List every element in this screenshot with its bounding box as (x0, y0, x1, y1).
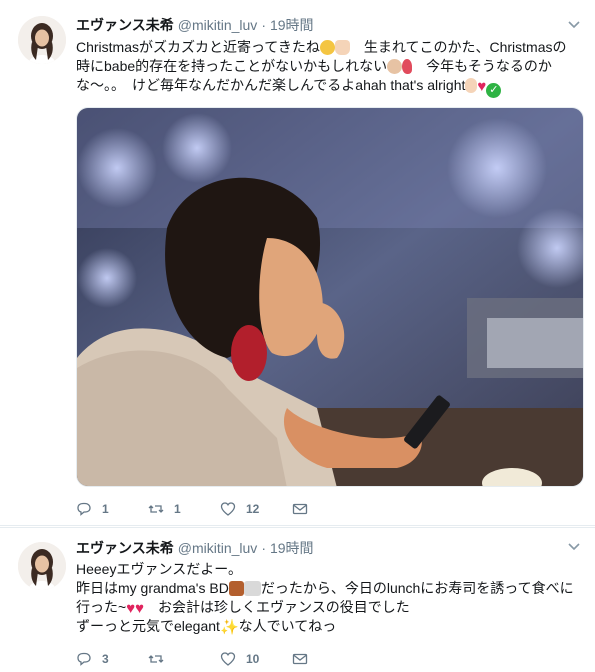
birthday-cake-icon (228, 581, 244, 596)
avatar[interactable] (18, 542, 66, 590)
tweet-line: Heeeyエヴァンスだよー。 (76, 560, 584, 579)
red-heart-icon: ♥ (477, 78, 487, 95)
rose-icon (402, 59, 413, 74)
text-segment: ずーっと元気でelegant (76, 618, 220, 634)
retweet-count: 1 (174, 502, 181, 516)
retweet-icon (148, 505, 164, 513)
tweet-header: エヴァンス未希 @mikitin_luv · 19時間 (76, 539, 314, 557)
text-segment: な〜。。 けど毎年なんだかんだ楽しんでるよahah that's alright (76, 77, 466, 93)
text-segment: お会計は珍しくエヴァンスの役目でした (144, 599, 410, 615)
tweet-line: な〜。。 けど毎年なんだかんだ楽しんでるよahah that's alright… (76, 76, 584, 98)
separator: · (261, 17, 266, 33)
tweet-actions: 3 10 (76, 649, 308, 669)
text-segment: 行った~ (76, 599, 127, 615)
ok-hand-icon (465, 78, 478, 93)
tweet-line: 時にbabe的存在を持ったことがないかもしれない 今年もそうなるのか (76, 57, 584, 76)
text-segment: だったから、今日のlunchにお寿司を誘って食べに (260, 580, 574, 596)
timestamp[interactable]: 19時間 (270, 15, 314, 35)
pensive-face-icon (319, 40, 335, 55)
tweet-text: Christmasがズカズカと近寄ってきたね 生まれてこのかた、Christma… (76, 38, 584, 98)
text-segment: 昨日はmy grandma's BD (76, 580, 229, 596)
tweet[interactable]: エヴァンス未希 @mikitin_luv · 19時間 Heeeyエヴァンスだよ… (0, 527, 595, 672)
tweet-line: 行った~♥♥ お会計は珍しくエヴァンスの役目でした (76, 598, 584, 617)
reply-count: 3 (102, 652, 109, 666)
red-heart-icon: ♥ (126, 600, 136, 617)
envelope-icon (292, 653, 308, 665)
text-segment: な人でいてねっ (238, 618, 337, 634)
avatar[interactable] (18, 16, 66, 64)
chevron-down-icon[interactable] (567, 18, 581, 32)
tweet-actions: 1 1 12 (76, 499, 308, 519)
like-count: 10 (246, 652, 260, 666)
tweet[interactable]: エヴァンス未希 @mikitin_luv · 19時間 Christmasがズカ… (0, 0, 595, 526)
tweet-header: エヴァンス未希 @mikitin_luv · 19時間 (76, 16, 314, 34)
tweet-text: Heeeyエヴァンスだよー。 昨日はmy grandma's BD だったから、今… (76, 560, 584, 636)
red-heart-icon: ♥ (135, 600, 144, 617)
display-name[interactable]: エヴァンス未希 (76, 538, 174, 558)
user-handle[interactable]: @mikitin_luv (178, 17, 258, 33)
reply-count: 1 (102, 502, 109, 516)
heart-icon (220, 652, 236, 666)
raised-hand-icon (334, 40, 350, 55)
tweet-line: 昨日はmy grandma's BD だったから、今日のlunchにお寿司を誘って… (76, 579, 584, 598)
reply-button[interactable]: 1 (76, 501, 148, 517)
retweet-button[interactable] (148, 651, 220, 667)
check-mark-icon: ✓ (486, 83, 502, 98)
heart-icon (220, 502, 236, 516)
envelope-icon (292, 503, 308, 515)
reply-icon (77, 502, 91, 516)
girl-facepalm-icon (387, 59, 403, 74)
tweet-photo[interactable] (76, 107, 584, 487)
text-segment: 生まれてこのかた、Christmasの (349, 39, 567, 55)
retweet-icon (148, 655, 164, 663)
like-button[interactable]: 12 (220, 501, 292, 517)
separator: · (261, 540, 266, 556)
timestamp[interactable]: 19時間 (270, 538, 314, 558)
user-handle[interactable]: @mikitin_luv (178, 540, 258, 556)
tweet-line: Christmasがズカズカと近寄ってきたね 生まれてこのかた、Christma… (76, 38, 584, 57)
chevron-down-icon[interactable] (567, 540, 581, 554)
reply-button[interactable]: 3 (76, 651, 148, 667)
reply-icon (77, 652, 91, 666)
text-segment: Christmasがズカズカと近寄ってきたね (76, 39, 320, 55)
like-count: 12 (246, 502, 260, 516)
direct-message-button[interactable] (292, 651, 308, 667)
text-segment: Heeeyエヴァンスだよー。 (76, 561, 243, 577)
text-segment: 時にbabe的存在を持ったことがないかもしれない (76, 58, 388, 74)
display-name[interactable]: エヴァンス未希 (76, 15, 174, 35)
clinking-glasses-icon (243, 581, 261, 596)
direct-message-button[interactable] (292, 501, 308, 517)
like-button[interactable]: 10 (220, 651, 292, 667)
retweet-button[interactable]: 1 (148, 501, 220, 517)
timeline-feed: エヴァンス未希 @mikitin_luv · 19時間 Christmasがズカ… (0, 0, 595, 672)
text-segment: 今年もそうなるのか (412, 58, 552, 74)
tweet-line: ずーっと元気でelegant✨な人でいてねっ (76, 617, 584, 636)
sparkles-icon: ✨ (219, 619, 239, 636)
